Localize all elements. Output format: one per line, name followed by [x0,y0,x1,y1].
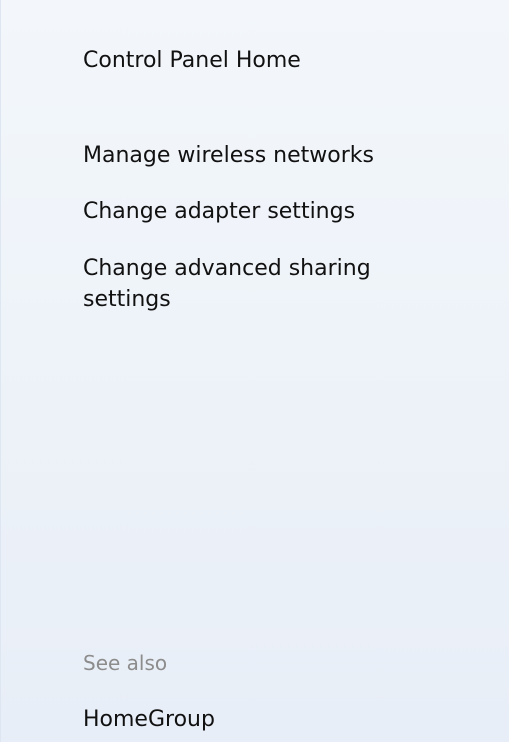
see-also-label: See also [83,651,168,675]
homegroup-link[interactable]: HomeGroup [83,704,215,735]
change-advanced-sharing-settings-link[interactable]: Change advanced sharing settings [83,253,443,315]
control-panel-task-pane: Control Panel Home Manage wireless netwo… [0,0,509,742]
change-adapter-settings-link[interactable]: Change adapter settings [83,196,355,227]
control-panel-home-link[interactable]: Control Panel Home [83,45,301,76]
manage-wireless-networks-link[interactable]: Manage wireless networks [83,140,374,171]
